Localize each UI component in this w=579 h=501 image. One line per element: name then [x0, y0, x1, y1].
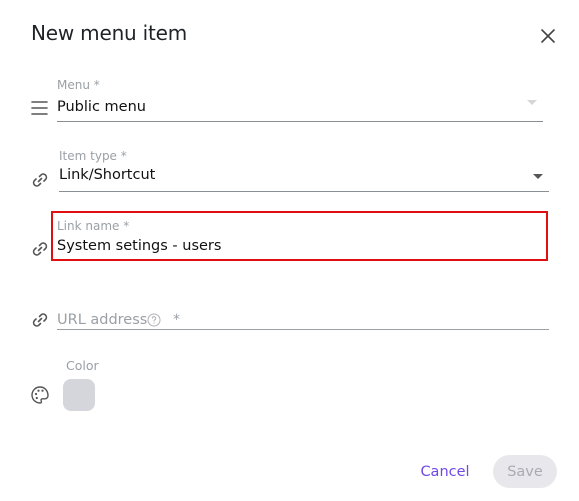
- menu-field-underline: [57, 121, 543, 122]
- item-type-field-underline: [59, 191, 549, 192]
- url-address-underline: [57, 329, 549, 330]
- link-name-field-label: Link name *: [57, 219, 130, 233]
- menu-field-value: Public menu: [57, 99, 146, 115]
- chevron-down-icon[interactable]: [533, 174, 543, 179]
- chevron-down-icon: [527, 100, 537, 105]
- close-icon[interactable]: [537, 25, 559, 47]
- menu-lines-icon: [31, 101, 48, 115]
- save-button[interactable]: Save: [493, 455, 557, 488]
- color-swatch[interactable]: [63, 379, 95, 411]
- link-icon: [32, 313, 48, 327]
- color-field-label: Color: [66, 358, 99, 373]
- menu-field-label: Menu *: [57, 78, 100, 92]
- cancel-button[interactable]: Cancel: [408, 456, 482, 488]
- palette-icon: [31, 386, 49, 404]
- url-address-placeholder[interactable]: URL address: [57, 312, 147, 328]
- link-name-field-value[interactable]: System setings - users: [57, 238, 221, 254]
- link-icon: [32, 173, 48, 187]
- link-icon: [32, 242, 48, 256]
- dialog-title: New menu item: [31, 21, 188, 45]
- help-circle-icon[interactable]: [147, 313, 161, 327]
- item-type-field-value: Link/Shortcut: [59, 167, 156, 183]
- url-required-mark: *: [173, 312, 180, 328]
- item-type-field-label: Item type *: [59, 149, 127, 163]
